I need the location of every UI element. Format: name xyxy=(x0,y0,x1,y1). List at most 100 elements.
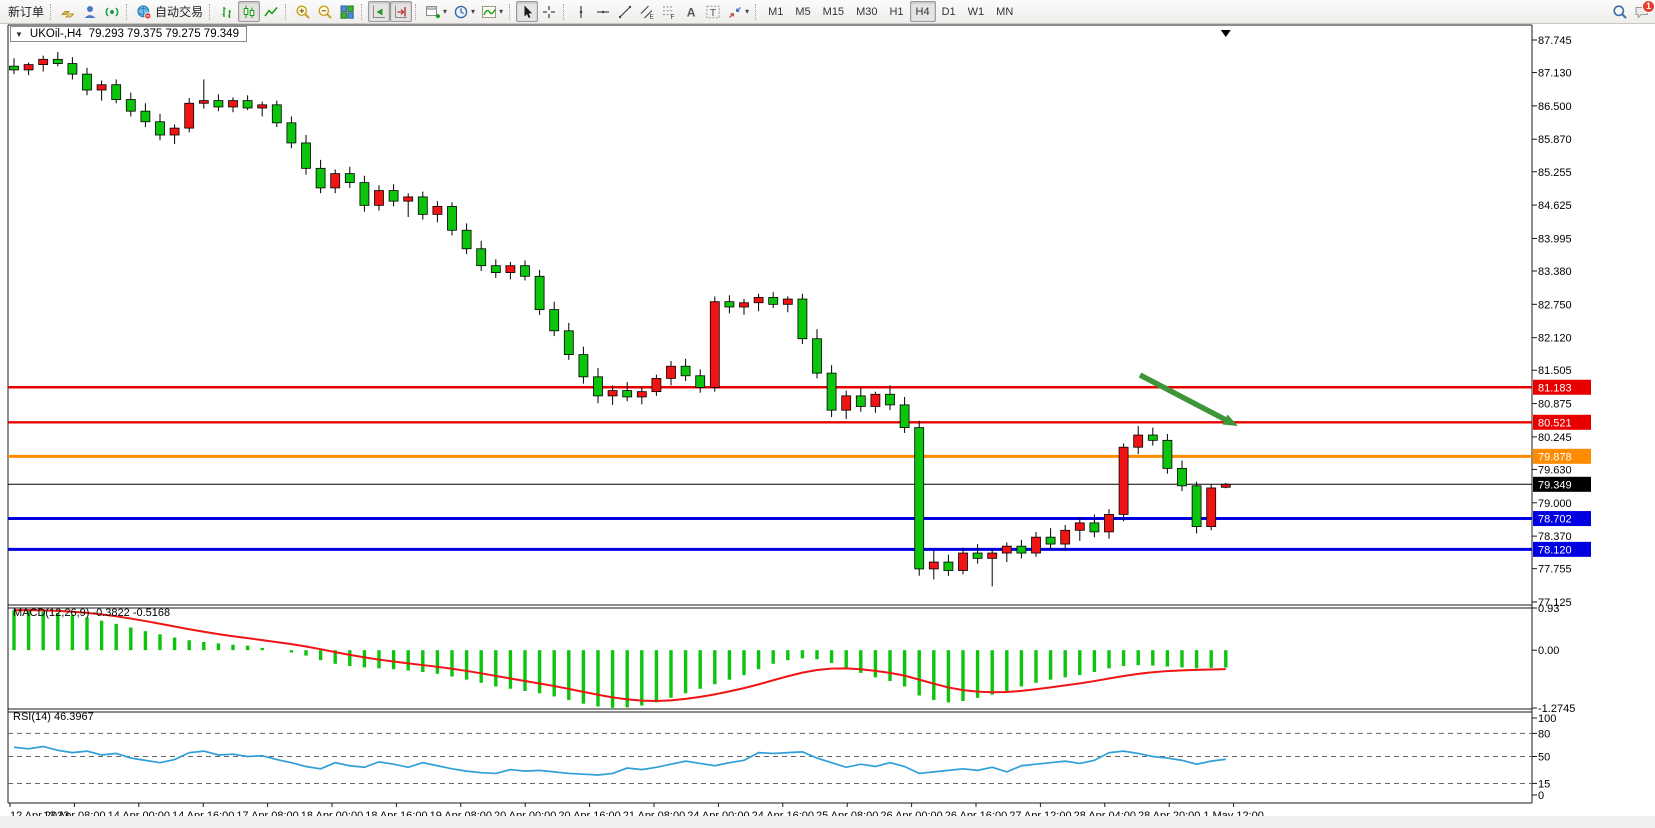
auto-scroll-button[interactable] xyxy=(368,1,390,22)
svg-text:F: F xyxy=(671,14,675,20)
button-label: 新订单 xyxy=(8,3,44,20)
text-button[interactable]: T xyxy=(702,1,724,22)
tf-h1[interactable]: H1 xyxy=(883,1,909,22)
svg-text:0.00: 0.00 xyxy=(1538,645,1559,657)
hline-icon xyxy=(595,4,611,20)
fibonacci-button[interactable]: F xyxy=(658,1,680,22)
cursor-button[interactable] xyxy=(516,1,538,22)
candlestick-chart-button[interactable] xyxy=(238,1,260,22)
toolbar-drag-handle xyxy=(126,4,130,20)
toolbar-drag-handle xyxy=(50,4,54,20)
dropdown-arrow-icon[interactable]: ▾ xyxy=(745,7,749,16)
new-chart-icon xyxy=(425,4,441,20)
button-label: W1 xyxy=(968,6,985,18)
fibo-icon: F xyxy=(661,4,677,20)
chart-title: ▼ UKOil-,H4 79.293 79.375 79.275 79.349 xyxy=(10,26,247,42)
zoom-out-button[interactable] xyxy=(314,1,336,22)
svg-text:E: E xyxy=(650,13,655,20)
auto-trading-button[interactable]: 自动交易 xyxy=(133,1,206,22)
svg-text:80.875: 80.875 xyxy=(1538,399,1572,411)
rsi-indicator-label: RSI(14) 46.3967 xyxy=(13,711,94,723)
zoom-in-button[interactable] xyxy=(292,1,314,22)
profiles-button[interactable] xyxy=(79,1,101,22)
line-chart-button[interactable] xyxy=(260,1,282,22)
chart-shift-icon xyxy=(393,4,409,20)
auto-scroll-icon xyxy=(371,4,387,20)
svg-text:77.755: 77.755 xyxy=(1538,564,1572,576)
market-watch-button[interactable] xyxy=(57,1,79,22)
cursor-icon xyxy=(519,4,535,20)
text-box-icon: T xyxy=(705,4,721,20)
toolbar-drag-handle xyxy=(415,4,419,20)
vertical-line-button[interactable] xyxy=(570,1,592,22)
label-a-icon: A xyxy=(683,4,699,20)
button-label: M1 xyxy=(768,6,783,18)
svg-text:78.120: 78.120 xyxy=(1538,544,1572,556)
svg-text:79.349: 79.349 xyxy=(1538,479,1572,491)
gold-bars-icon xyxy=(60,4,76,20)
svg-text:79.000: 79.000 xyxy=(1538,498,1572,510)
svg-text:50: 50 xyxy=(1538,752,1550,764)
svg-text:78.702: 78.702 xyxy=(1538,514,1572,526)
svg-text:80: 80 xyxy=(1538,728,1550,740)
macd-indicator-label: MACD(12,26,9) -0.3822 -0.5168 xyxy=(13,607,170,619)
equidistant-channel-button[interactable]: E xyxy=(636,1,658,22)
button-label: H4 xyxy=(916,6,930,18)
button-label: M15 xyxy=(823,6,844,18)
dropdown-arrow-icon[interactable]: ▾ xyxy=(471,7,475,16)
svg-text:83.380: 83.380 xyxy=(1538,266,1572,278)
toolbar-drag-handle xyxy=(285,4,289,20)
arrows-button[interactable]: ▾ xyxy=(724,1,752,22)
svg-text:85.255: 85.255 xyxy=(1538,167,1572,179)
chart-shift-button[interactable] xyxy=(390,1,412,22)
new-order-button[interactable]: 新订单 xyxy=(2,1,47,22)
svg-text:15: 15 xyxy=(1538,778,1550,790)
tf-m5[interactable]: M5 xyxy=(789,1,816,22)
indicators-icon xyxy=(481,4,497,20)
search-button[interactable] xyxy=(1609,1,1631,22)
new-chart-button[interactable]: ▾ xyxy=(422,1,450,22)
svg-text:85.870: 85.870 xyxy=(1538,134,1572,146)
chart-window[interactable]: 87.74587.13086.50085.87085.25584.62583.9… xyxy=(0,24,1655,828)
svg-text:0.93: 0.93 xyxy=(1538,603,1559,615)
svg-text:T: T xyxy=(710,7,717,19)
dropdown-arrow-icon[interactable]: ▾ xyxy=(443,7,447,16)
tf-h4[interactable]: H4 xyxy=(910,1,936,22)
tf-m15[interactable]: M15 xyxy=(817,1,850,22)
chart-ohlc-quote: 79.293 79.375 79.275 79.349 xyxy=(89,28,239,40)
toolbar-drag-handle xyxy=(509,4,513,20)
chat-button[interactable]: 1 xyxy=(1631,1,1653,22)
chevron-down-icon[interactable]: ▼ xyxy=(15,30,23,39)
tf-m30[interactable]: M30 xyxy=(850,1,883,22)
indicators-button[interactable]: ▾ xyxy=(478,1,506,22)
bar-chart-button[interactable] xyxy=(216,1,238,22)
bar-chart-icon xyxy=(219,4,235,20)
tf-d1[interactable]: D1 xyxy=(936,1,962,22)
svg-text:86.500: 86.500 xyxy=(1538,101,1572,113)
svg-text:81.505: 81.505 xyxy=(1538,365,1572,377)
dropdown-arrow-icon[interactable]: ▾ xyxy=(499,7,503,16)
tile-windows-button[interactable] xyxy=(336,1,358,22)
tf-mn[interactable]: MN xyxy=(990,1,1019,22)
channel-icon: E xyxy=(639,4,655,20)
svg-text:81.183: 81.183 xyxy=(1538,382,1572,394)
tf-m1[interactable]: M1 xyxy=(762,1,789,22)
price-chart[interactable]: 87.74587.13086.50085.87085.25584.62583.9… xyxy=(0,24,1655,828)
svg-text:0: 0 xyxy=(1538,790,1544,802)
tf-w1[interactable]: W1 xyxy=(962,1,991,22)
button-label: D1 xyxy=(942,6,956,18)
svg-text:80.245: 80.245 xyxy=(1538,432,1572,444)
signals-button[interactable] xyxy=(101,1,123,22)
profile-icon xyxy=(82,4,98,20)
crosshair-icon xyxy=(541,4,557,20)
horizontal-line-button[interactable] xyxy=(592,1,614,22)
tile-icon xyxy=(339,4,355,20)
label-button[interactable]: A xyxy=(680,1,702,22)
trendline-button[interactable] xyxy=(614,1,636,22)
toolbar-drag-handle xyxy=(563,4,567,20)
main-toolbar: 新订单 自动交易 ▾ ▾ ▾ E F AT ▾ M1 M5 M15 M30H1 H4 D1 W1 MN 1 xyxy=(0,0,1655,24)
candles-icon xyxy=(241,4,257,20)
periods-button[interactable]: ▾ xyxy=(450,1,478,22)
crosshair-button[interactable] xyxy=(538,1,560,22)
svg-text:79.630: 79.630 xyxy=(1538,464,1572,476)
